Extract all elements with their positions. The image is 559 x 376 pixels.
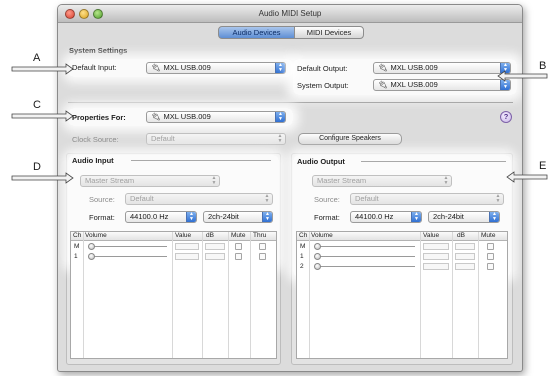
callout-arrows [11, 63, 548, 184]
callout-label-a: A [33, 52, 41, 64]
callout-label-b: B [539, 60, 547, 72]
callout-label-c: C [33, 99, 41, 111]
callout-arrow-d [11, 172, 74, 184]
callout-label-e: E [539, 160, 547, 172]
callout-arrow-a [11, 63, 74, 75]
callout-label-d: D [33, 161, 41, 173]
callout-arrow-c [11, 110, 74, 122]
callout-arrow-b [497, 70, 548, 82]
callout-arrow-e [506, 171, 548, 183]
